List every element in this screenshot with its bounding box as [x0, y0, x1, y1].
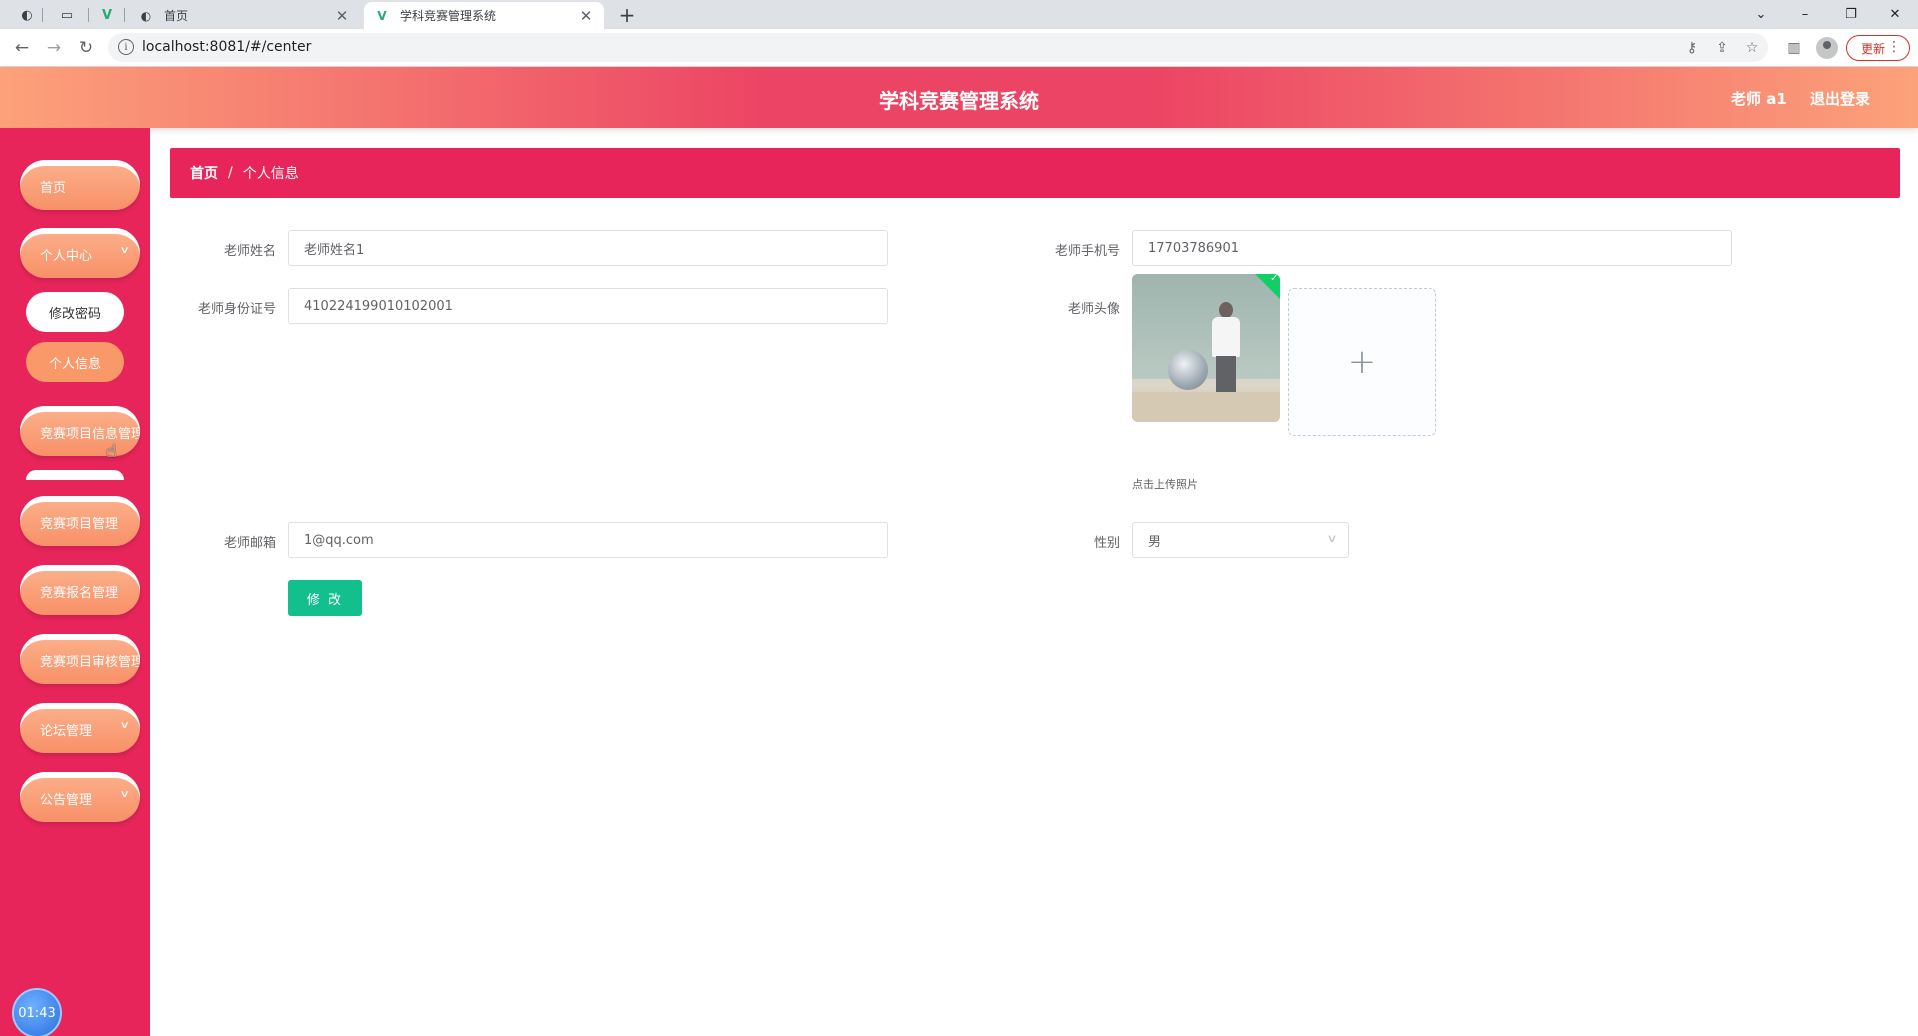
site-info-icon[interactable]: i [118, 39, 134, 55]
sidebar-submenu-stub [26, 470, 124, 480]
input-value: 老师姓名1 [304, 242, 365, 258]
sidebar-item-label: 竞赛项目管理 [40, 517, 119, 532]
update-label: 更新 [1861, 41, 1886, 56]
sidebar-subitem-change-password[interactable]: 修改密码 [26, 292, 124, 332]
timer-badge: 01:43 [12, 988, 62, 1036]
input-value: 1@qq.com [304, 532, 374, 548]
browser-tab-home[interactable]: ◐ 首页 ✕ [128, 2, 360, 29]
current-user: 老师 a1 [1731, 90, 1787, 108]
profile-avatar-icon[interactable] [1816, 37, 1838, 59]
update-button[interactable]: 更新 ⋮ [1846, 35, 1910, 61]
tab-separator [88, 8, 89, 22]
share-icon[interactable]: ⇪ [1712, 38, 1732, 58]
sidebar-item-label: 论坛管理 [40, 724, 93, 739]
sidebar-item-label: 竞赛项目审核管理 [40, 655, 140, 670]
close-tab-icon[interactable]: ✕ [334, 7, 350, 25]
breadcrumb-separator: / [228, 165, 233, 181]
sidebar-item-announcements[interactable]: 公告管理 ∨ [20, 772, 140, 822]
app-title: 学科竞赛管理系统 [879, 89, 1039, 113]
sidebar: 首页 个人中心 ∨ 修改密码 个人信息 竞赛项目信息管理 ☝ 竞赛项目管理 竞赛… [0, 128, 150, 1036]
url-text[interactable]: localhost:8081/#/center [142, 39, 311, 55]
breadcrumb-home[interactable]: 首页 [190, 163, 218, 183]
input-value: 17703786901 [1148, 240, 1239, 256]
breadcrumb-current: 个人信息 [242, 166, 299, 182]
app-window: ◐ ▭ V ◐ 首页 ✕ V 学科竞赛管理系统 ✕ + ⌄ – ❐ ✕ ← → … [0, 0, 1918, 1036]
sidebar-item-label: 竞赛报名管理 [40, 586, 119, 601]
pinned-tab-vue-icon[interactable]: V [96, 4, 118, 26]
gender-label: 性别 [1093, 536, 1120, 551]
teacher-phone-input[interactable]: 17703786901 [1132, 230, 1732, 266]
sidebar-item-label: 公告管理 [40, 793, 93, 808]
sidebar-item-label: 首页 [40, 181, 67, 196]
teacher-name-input[interactable]: 老师姓名1 [288, 230, 888, 266]
more-menu-icon: ⋮ [1887, 39, 1901, 55]
teacher-avatar-label: 老师头像 [1067, 302, 1120, 317]
sidebar-item-registration[interactable]: 竞赛报名管理 [20, 565, 140, 615]
tab-title: 学科竞赛管理系统 [400, 9, 497, 23]
plus-icon: + [1347, 342, 1377, 382]
sidebar-item-review[interactable]: 竞赛项目审核管理 [20, 634, 140, 684]
teacher-phone-label: 老师手机号 [1054, 244, 1120, 259]
new-tab-button[interactable]: + [614, 2, 640, 28]
tab-search-dropdown-icon[interactable]: ⌄ [1738, 0, 1784, 29]
sidebar-item-competition-info[interactable]: 竞赛项目信息管理 [20, 406, 140, 456]
browser-tab-strip: ◐ ▭ V ◐ 首页 ✕ V 学科竞赛管理系统 ✕ + ⌄ – ❐ ✕ [0, 0, 1918, 29]
browser-toolbar: ← → ↻ i localhost:8081/#/center ⚷ ⇪ ☆ ▥ … [0, 29, 1918, 67]
sidebar-subitem-label: 修改密码 [48, 306, 101, 322]
restore-button[interactable]: ❐ [1828, 0, 1874, 29]
tab-separator [42, 8, 43, 22]
side-panel-icon[interactable]: ▥ [1784, 38, 1804, 58]
teacher-idcard-input[interactable]: 410224199010102001 [288, 288, 888, 324]
chevron-down-icon: ∨ [119, 720, 130, 731]
hand-cursor-icon: ☝ [106, 441, 117, 462]
reload-icon[interactable]: ↻ [74, 36, 98, 60]
sidebar-item-competition-projects[interactable]: 竞赛项目管理 [20, 496, 140, 546]
vue-logo-icon: V [377, 8, 387, 23]
teacher-name-label: 老师姓名 [223, 244, 276, 259]
sidebar-item-label: 个人中心 [40, 249, 93, 264]
tab-title: 首页 [164, 9, 189, 23]
sidebar-item-forum[interactable]: 论坛管理 ∨ [20, 703, 140, 753]
chevron-down-icon: ∨ [119, 245, 130, 256]
teacher-email-input[interactable]: 1@qq.com [288, 522, 888, 558]
logout-link[interactable]: 退出登录 [1810, 88, 1870, 109]
sidebar-subitem-personal-info[interactable]: 个人信息 [26, 342, 124, 382]
app-header: 学科竞赛管理系统 老师 a1 退出登录 [0, 67, 1918, 128]
tab-search-icon[interactable]: ◐ [16, 4, 38, 26]
breadcrumb: 首页 / 个人信息 [170, 148, 1900, 198]
teacher-email-label: 老师邮箱 [223, 536, 276, 551]
gender-select[interactable]: 男 ∨ [1132, 522, 1349, 558]
tab-separator [124, 8, 125, 22]
sidebar-item-label: 竞赛项目信息管理 [40, 427, 140, 442]
upload-tip: 点击上传照片 [1132, 478, 1198, 491]
chevron-down-icon: ∨ [1326, 532, 1338, 545]
avatar-upload-button[interactable]: + [1288, 288, 1436, 436]
submit-button[interactable]: 修 改 [288, 580, 362, 616]
pinned-tab-blank-icon[interactable]: ▭ [56, 4, 78, 26]
close-window-button[interactable]: ✕ [1872, 0, 1918, 29]
chevron-down-icon: ∨ [119, 789, 130, 800]
key-icon[interactable]: ⚷ [1682, 38, 1702, 58]
minimize-button[interactable]: – [1782, 0, 1828, 29]
sidebar-item-home[interactable]: 首页 [20, 160, 140, 210]
address-bar[interactable]: i localhost:8081/#/center ⚷ ⇪ ☆ [108, 33, 1768, 62]
bookmark-star-icon[interactable]: ☆ [1742, 38, 1762, 58]
forward-arrow-icon[interactable]: → [42, 36, 66, 60]
browser-tab-active[interactable]: V 学科竞赛管理系统 ✕ [364, 2, 604, 29]
select-value: 男 [1148, 534, 1162, 550]
back-arrow-icon[interactable]: ← [10, 36, 34, 60]
teacher-idcard-label: 老师身份证号 [197, 302, 276, 317]
close-tab-icon[interactable]: ✕ [578, 7, 594, 25]
sidebar-item-personal-center[interactable]: 个人中心 ∨ [20, 228, 140, 278]
avatar-thumbnail[interactable]: ✓ [1132, 274, 1280, 422]
input-value: 410224199010102001 [304, 298, 453, 314]
sidebar-subitem-label: 个人信息 [48, 356, 101, 372]
globe-icon: ◐ [140, 8, 152, 23]
